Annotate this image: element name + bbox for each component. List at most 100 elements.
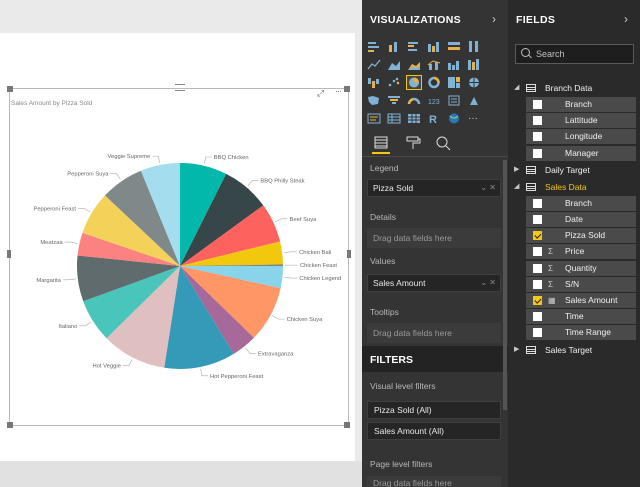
field-item-date[interactable]: Date xyxy=(526,212,636,227)
field-table-branch-data[interactable]: ◢ Branch Data xyxy=(508,80,640,96)
table-icon xyxy=(526,84,536,92)
values-well-field[interactable]: Sales Amount ⌄ ✕ xyxy=(367,274,501,292)
values-field-text: Sales Amount xyxy=(373,278,426,288)
field-name: Sales Amount xyxy=(565,295,618,305)
checkbox[interactable] xyxy=(533,312,542,322)
leader-line xyxy=(122,359,133,366)
field-item-pizza-sold[interactable]: Pizza Sold xyxy=(526,228,636,244)
details-drop-zone[interactable]: Drag data fields here xyxy=(367,228,501,248)
remove-field-icon[interactable]: ⌄ ✕ xyxy=(480,275,496,291)
filled-map-icon[interactable] xyxy=(367,94,381,107)
leader-line xyxy=(284,251,298,253)
slice-label: Chicken Bali xyxy=(299,250,331,256)
scatter-chart-icon[interactable] xyxy=(387,76,401,89)
donut-chart-icon[interactable] xyxy=(427,76,441,89)
field-item-time[interactable]: Time xyxy=(526,309,636,325)
expanded-arrow-icon[interactable]: ◢ xyxy=(514,179,519,195)
line-chart-icon[interactable] xyxy=(367,58,381,71)
collapsed-arrow-icon[interactable]: ▶ xyxy=(514,342,519,358)
field-item-manager[interactable]: Manager xyxy=(526,145,636,161)
legend-well-field[interactable]: Pizza Sold ⌄ ✕ xyxy=(367,179,501,197)
globe-visual-icon[interactable] xyxy=(447,112,461,125)
remove-field-icon[interactable]: ⌄ ✕ xyxy=(480,180,496,196)
area-chart-icon[interactable] xyxy=(387,58,401,71)
multi-row-card-icon[interactable] xyxy=(447,94,461,107)
checkbox[interactable] xyxy=(533,247,542,257)
stacked-bar-chart-icon[interactable] xyxy=(367,40,381,53)
fields-tab-icon[interactable] xyxy=(372,134,390,154)
collapse-chevron-icon[interactable]: › xyxy=(492,12,496,26)
leader-line xyxy=(203,156,212,164)
tooltips-drop-zone[interactable]: Drag data fields here xyxy=(367,323,501,343)
field-table-daily-target[interactable]: ▶ Daily Target xyxy=(508,162,640,178)
fields-search-input[interactable]: Search xyxy=(515,44,634,64)
slicer-icon[interactable] xyxy=(367,112,381,125)
map-icon[interactable] xyxy=(467,76,481,89)
table-icon[interactable] xyxy=(387,112,401,125)
kpi-icon[interactable] xyxy=(467,94,481,107)
field-item-branch[interactable]: Branch xyxy=(526,195,636,211)
line-and-clustered-column-icon[interactable] xyxy=(447,58,461,71)
checkbox[interactable] xyxy=(533,100,542,109)
checkbox[interactable] xyxy=(533,279,542,289)
format-paint-roller-icon[interactable] xyxy=(404,134,422,152)
table-icon xyxy=(526,182,536,191)
gauge-icon[interactable] xyxy=(407,94,421,107)
waterfall-chart-icon[interactable] xyxy=(367,76,381,89)
matrix-icon[interactable] xyxy=(407,112,421,125)
filter-item-pizza-sold[interactable]: Pizza Sold (All) xyxy=(367,401,501,419)
pane-scrollbar[interactable] xyxy=(503,160,507,410)
checkbox[interactable] xyxy=(533,116,542,126)
field-table-sales-data[interactable]: ◢ Sales Data xyxy=(508,179,640,195)
funnel-icon[interactable] xyxy=(387,94,401,107)
stacked-area-chart-icon[interactable] xyxy=(407,58,421,71)
field-item-time-range[interactable]: Time Range xyxy=(526,325,636,341)
r-script-visual-icon[interactable]: R xyxy=(427,112,441,125)
field-item-branch[interactable]: Branch xyxy=(526,97,636,112)
field-name: Lattitude xyxy=(565,115,598,126)
line-and-column-chart-icon[interactable] xyxy=(427,58,441,71)
field-item-quantity[interactable]: Σ Quantity xyxy=(526,260,636,276)
details-well-label: Details xyxy=(370,212,396,222)
table-icon xyxy=(526,165,536,174)
filter-item-sales-amount[interactable]: Sales Amount (All) xyxy=(367,422,501,440)
calculated-field-icon: ▦ xyxy=(548,296,556,305)
fields-collapse-chevron-icon[interactable]: › xyxy=(624,12,628,26)
collapsed-arrow-icon[interactable]: ▶ xyxy=(514,162,519,178)
checkbox[interactable] xyxy=(533,215,542,224)
checkbox[interactable] xyxy=(533,328,542,338)
svg-text:R: R xyxy=(429,114,437,125)
100-bar-chart-icon[interactable] xyxy=(447,40,461,53)
clustered-bar-chart-icon[interactable] xyxy=(407,40,421,53)
page-filters-drop-zone[interactable]: Drag data fields here xyxy=(367,476,501,487)
analytics-magnifier-icon[interactable] xyxy=(434,134,452,152)
slice-label: BBQ Philly Steak xyxy=(260,179,304,185)
card-icon[interactable]: 123 xyxy=(427,94,441,107)
ribbon-chart-icon[interactable] xyxy=(467,58,481,71)
field-table-sales-target[interactable]: ▶ Sales Target xyxy=(508,342,640,358)
clustered-column-chart-icon[interactable] xyxy=(427,40,441,53)
field-name: Branch xyxy=(565,99,592,109)
field-item-longitude[interactable]: Longitude xyxy=(526,129,636,145)
expanded-arrow-icon[interactable]: ◢ xyxy=(514,80,519,96)
pie-chart-icon[interactable] xyxy=(406,75,422,90)
field-item-lattitude[interactable]: Lattitude xyxy=(526,113,636,129)
slice-label: BBQ Chicken xyxy=(214,155,249,161)
checkbox-checked[interactable] xyxy=(533,231,542,241)
checkbox-checked[interactable] xyxy=(533,296,542,305)
field-item-price[interactable]: Σ Price xyxy=(526,244,636,260)
checkbox[interactable] xyxy=(533,148,542,158)
field-name: Manager xyxy=(565,147,599,158)
stacked-column-chart-icon[interactable] xyxy=(387,40,401,53)
checkbox[interactable] xyxy=(533,198,542,208)
field-item-sales-amount[interactable]: ▦ Sales Amount xyxy=(526,293,636,308)
field-name: S/N xyxy=(565,278,580,289)
more-visuals-icon[interactable]: ··· xyxy=(467,112,481,125)
checkbox[interactable] xyxy=(533,263,542,273)
checkbox[interactable] xyxy=(533,132,542,142)
100-column-chart-icon[interactable] xyxy=(467,40,481,53)
slice-label: Pepperoni Suya xyxy=(67,172,109,178)
treemap-icon[interactable] xyxy=(447,76,461,89)
search-icon xyxy=(521,48,530,57)
field-item-s-n[interactable]: Σ S/N xyxy=(526,276,636,292)
